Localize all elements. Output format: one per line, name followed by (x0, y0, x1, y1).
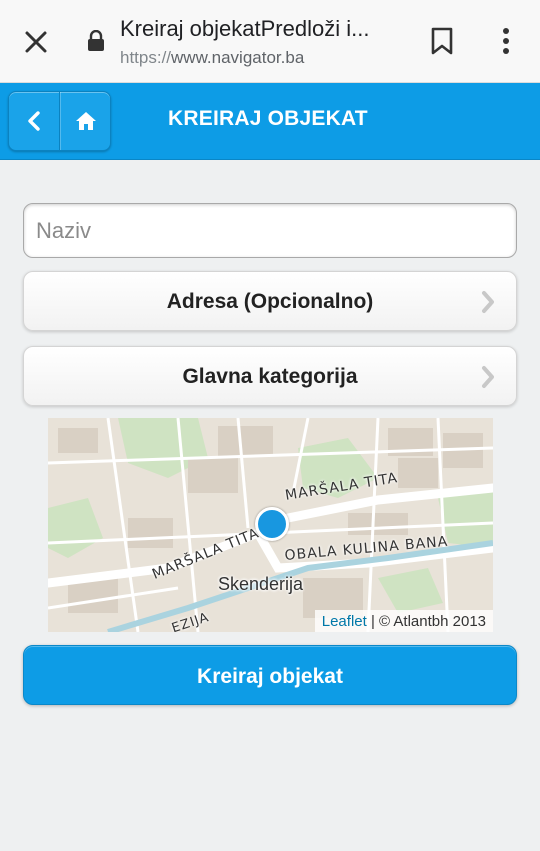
name-input[interactable] (23, 203, 517, 258)
header-title: KREIRAJ OBJEKAT (168, 107, 368, 130)
main-category-button[interactable]: Glavna kategorija (23, 346, 517, 406)
address-button[interactable]: Adresa (Opcionalno) (23, 271, 517, 331)
district-label: Skenderija (218, 574, 304, 594)
bookmark-icon[interactable] (428, 26, 456, 56)
chevron-left-icon (28, 111, 40, 131)
nav-button-group (8, 91, 111, 151)
home-button[interactable] (60, 92, 110, 150)
address-label: Adresa (Opcionalno) (166, 290, 374, 313)
location-marker[interactable] (255, 507, 289, 541)
leaflet-link[interactable]: Leaflet (322, 613, 367, 630)
chevron-right-icon (482, 291, 494, 313)
attribution-text: | © Atlantbh 2013 (366, 613, 486, 630)
browser-toolbar: Kreiraj objekatPredloži i... https://www… (0, 0, 540, 83)
create-object-label: Kreiraj objekat (197, 665, 343, 688)
page-title[interactable]: Kreiraj objekatPredloži i... (120, 16, 400, 42)
back-button[interactable] (9, 92, 60, 150)
url-host: www.navigator.ba (171, 48, 305, 67)
main-category-label: Glavna kategorija (182, 365, 358, 388)
lock-icon (88, 30, 104, 51)
more-vert-icon[interactable] (494, 26, 518, 56)
url-bar[interactable]: https://www.navigator.ba (120, 48, 304, 68)
app-header: KREIRAJ OBJEKAT (0, 83, 540, 160)
home-icon (76, 112, 96, 130)
close-icon[interactable] (20, 26, 52, 58)
chevron-right-icon (482, 366, 494, 388)
location-map[interactable]: MARŠALA TITA MARŠALA TITA OBALA KULINA B… (48, 418, 493, 632)
map-attribution: Leaflet | © Atlantbh 2013 (314, 610, 493, 632)
create-object-button[interactable]: Kreiraj objekat (23, 645, 517, 705)
url-protocol: https:// (120, 48, 172, 67)
